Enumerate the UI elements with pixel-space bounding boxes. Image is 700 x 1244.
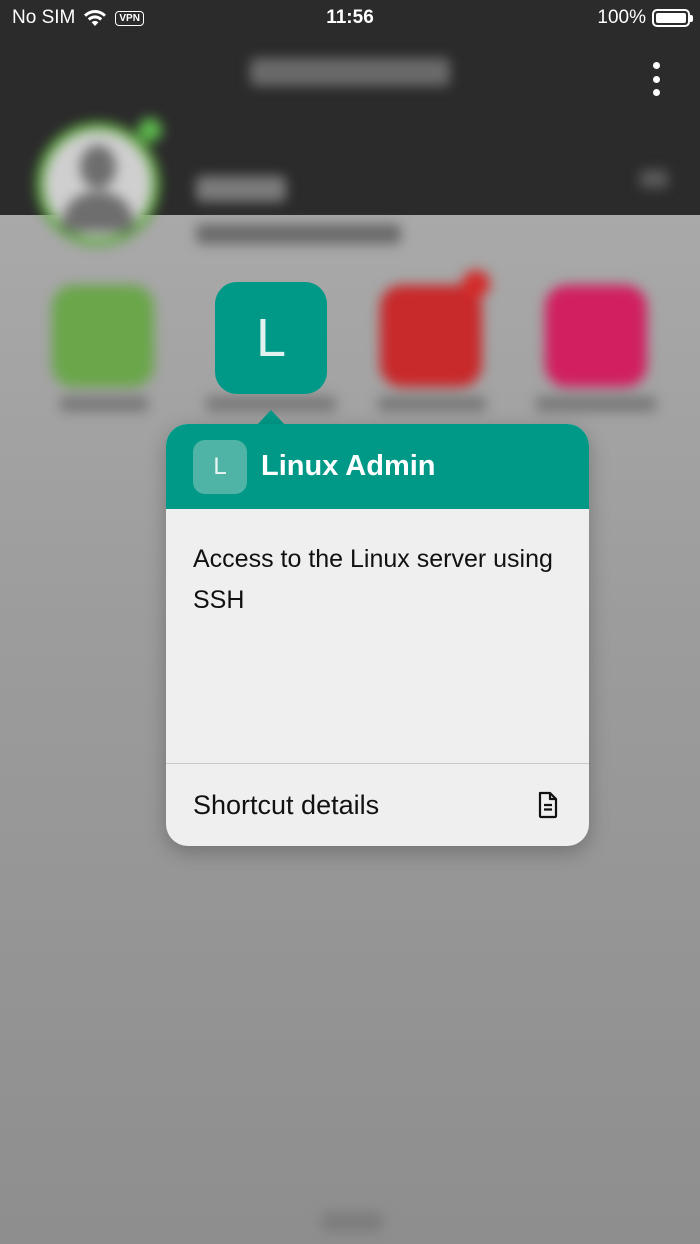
popover-badge-letter: L (213, 452, 227, 480)
app-tile-red (380, 285, 482, 387)
tile-label-placeholder (60, 396, 148, 412)
popover-title: Linux Admin (261, 450, 436, 482)
status-right: 100% (597, 7, 693, 29)
page-indicator (320, 1212, 384, 1232)
shortcut-details-label: Shortcut details (193, 789, 380, 820)
popover-description: Access to the Linux server using SSH (193, 545, 553, 614)
app-tile-green (52, 285, 154, 387)
chevron-down-icon (640, 170, 668, 188)
popover-header: L Linux Admin (166, 424, 589, 509)
shortcut-popover: L Linux Admin Access to the Linux server… (166, 424, 589, 846)
more-options-icon[interactable] (648, 62, 664, 96)
clock: 11:56 (326, 7, 374, 28)
user-subtitle-placeholder (196, 224, 401, 244)
app-tile-pink (545, 285, 647, 387)
tile-label-placeholder (536, 396, 656, 412)
kebab-dot (652, 89, 660, 96)
battery-icon (652, 9, 693, 27)
online-status-dot (138, 118, 162, 142)
app-title-placeholder (250, 58, 450, 86)
status-bar: No SIM VPN 11:56 100% (0, 0, 700, 36)
tile-letter: L (255, 308, 287, 368)
notification-badge (462, 270, 490, 298)
battery-percent: 100% (597, 7, 646, 28)
tile-label-placeholder (378, 396, 486, 412)
kebab-dot (652, 62, 660, 69)
avatar-head (80, 145, 116, 189)
battery-fill (656, 13, 686, 23)
document-icon (538, 791, 558, 819)
popover-badge: L (193, 439, 247, 494)
app-tile-linux-admin[interactable]: L (215, 282, 327, 394)
shortcut-details-button[interactable]: Shortcut details (166, 764, 589, 846)
kebab-dot (652, 75, 660, 83)
user-name-placeholder (196, 176, 286, 202)
